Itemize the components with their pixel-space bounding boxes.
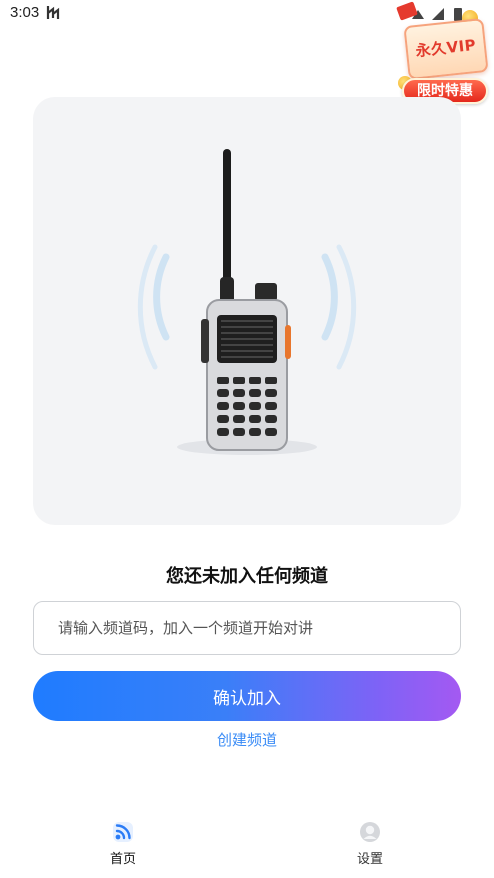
- bottom-nav: 首页 设置: [0, 812, 494, 878]
- vip-card: 永久VIP: [403, 17, 489, 81]
- nav-item-home[interactable]: 首页: [83, 820, 163, 872]
- walkie-talkie-illustration: [137, 149, 357, 455]
- vip-promo-banner[interactable]: 永久VIP 限时特惠: [396, 0, 494, 110]
- red-envelope-icon: [396, 1, 418, 21]
- person-icon: [360, 822, 380, 842]
- nav-label-home: 首页: [109, 852, 136, 867]
- confirm-join-button[interactable]: 确认加入: [33, 671, 461, 721]
- nav-item-settings[interactable]: 设置: [330, 820, 410, 872]
- vip-card-text: 永久VIP: [414, 35, 478, 61]
- channel-code-input[interactable]: [33, 601, 461, 655]
- app-notification-icon: [46, 6, 60, 19]
- empty-channel-title: 您还未加入任何频道: [166, 566, 328, 587]
- hero-card: [33, 97, 461, 525]
- radio-wave-icon: [113, 822, 133, 842]
- status-time: 3:03: [10, 4, 40, 21]
- create-channel-link[interactable]: 创建频道: [0, 729, 494, 750]
- nav-label-settings: 设置: [356, 852, 383, 867]
